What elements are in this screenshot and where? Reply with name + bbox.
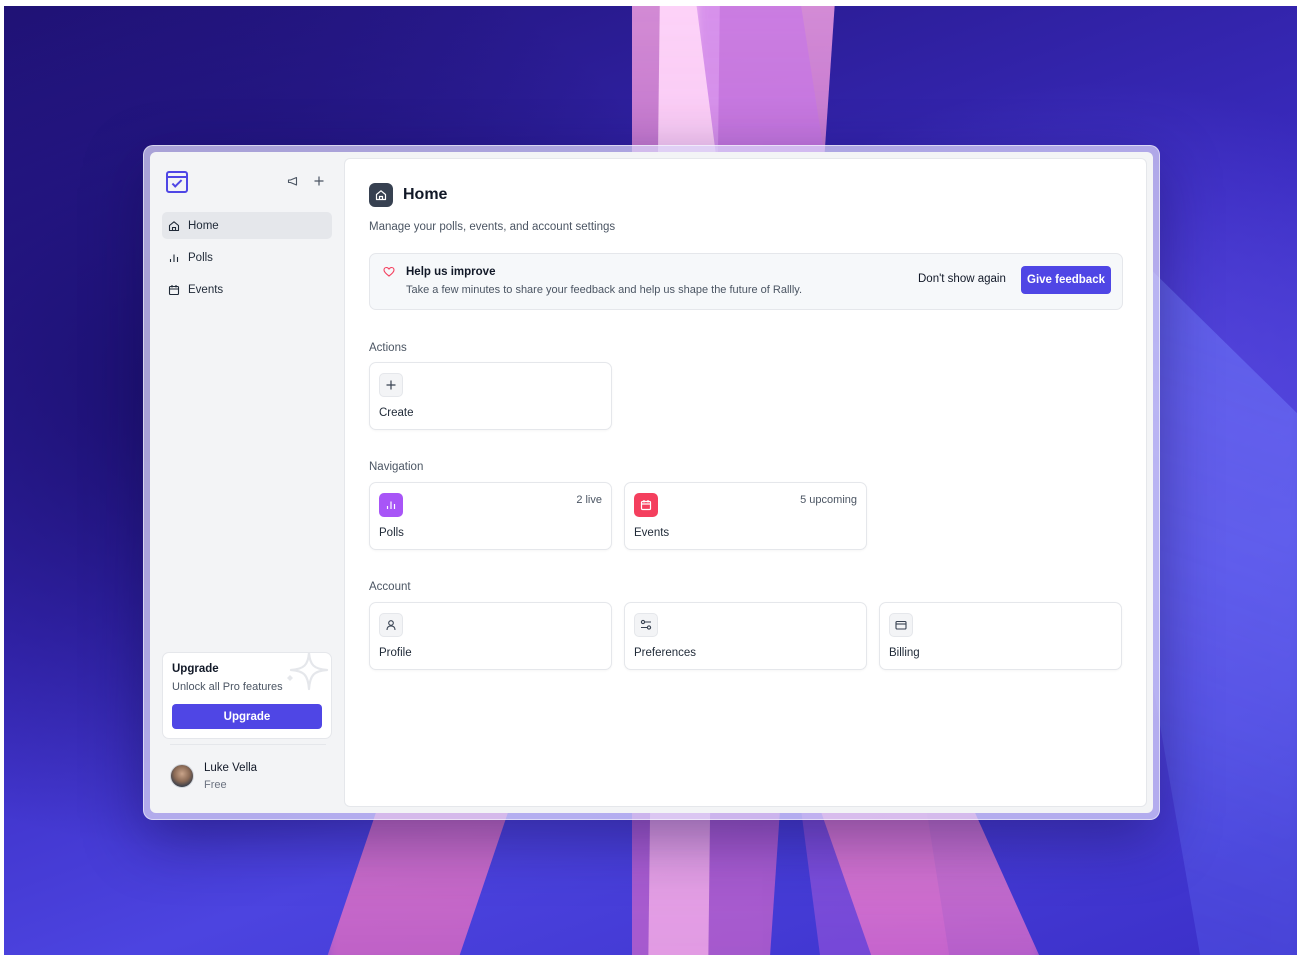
calendar-icon: [168, 284, 180, 296]
home-icon: [369, 183, 393, 207]
card-label: Create: [379, 407, 414, 419]
section-label-actions: Actions: [369, 342, 407, 354]
sidebar-item-polls[interactable]: Polls: [162, 244, 332, 271]
give-feedback-button[interactable]: Give feedback: [1021, 266, 1111, 294]
sidebar-item-events[interactable]: Events: [162, 276, 332, 303]
sidebar-item-label: Polls: [188, 251, 213, 264]
create-card[interactable]: Create: [369, 362, 612, 430]
calendar-check-logo-icon[interactable]: [166, 171, 188, 193]
events-card[interactable]: 5 upcoming Events: [624, 482, 867, 550]
preferences-card[interactable]: Preferences: [624, 602, 867, 670]
avatar: [170, 764, 194, 788]
megaphone-icon[interactable]: [286, 174, 300, 188]
feedback-description: Take a few minutes to share your feedbac…: [406, 284, 803, 296]
billing-card[interactable]: Billing: [879, 602, 1122, 670]
sidebar-top-actions: [286, 174, 326, 188]
upgrade-button[interactable]: Upgrade: [172, 704, 322, 729]
card-label: Events: [634, 527, 670, 539]
card-label: Polls: [379, 527, 404, 539]
card-label: Billing: [889, 647, 920, 659]
polls-card[interactable]: 2 live Polls: [369, 482, 612, 550]
upgrade-card: Upgrade Unlock all Pro features Upgrade: [162, 652, 332, 739]
sidebar-item-home[interactable]: Home: [162, 212, 332, 239]
sidebar-item-label: Home: [188, 219, 219, 232]
plus-icon: [379, 373, 403, 397]
bar-chart-icon: [379, 493, 403, 517]
user-plan: Free: [204, 779, 227, 791]
sparkle-icon: [287, 653, 329, 691]
sidebar-divider: [170, 744, 326, 745]
plus-icon[interactable]: [312, 174, 326, 188]
sidebar-item-label: Events: [188, 283, 224, 296]
events-upcoming-count: 5 upcoming: [800, 494, 857, 506]
calendar-icon: [634, 493, 658, 517]
sidebar: Home Polls Events Upgrade Unlock all Pro…: [150, 152, 340, 813]
sliders-icon: [634, 613, 658, 637]
section-label-navigation: Navigation: [369, 461, 424, 473]
feedback-title: Help us improve: [406, 266, 496, 278]
app-window: Home Polls Events Upgrade Unlock all Pro…: [150, 152, 1153, 813]
user-icon: [379, 613, 403, 637]
bar-chart-icon: [168, 252, 180, 264]
polls-live-count: 2 live: [576, 494, 602, 506]
credit-card-icon: [889, 613, 913, 637]
profile-card[interactable]: Profile: [369, 602, 612, 670]
upgrade-title: Upgrade: [172, 663, 219, 675]
card-label: Preferences: [634, 647, 697, 659]
sidebar-nav: Home Polls Events: [162, 212, 332, 308]
home-icon: [168, 220, 180, 232]
section-label-account: Account: [369, 581, 411, 593]
main-content: Home Manage your polls, events, and acco…: [344, 158, 1147, 807]
page-subtitle: Manage your polls, events, and account s…: [369, 221, 616, 233]
dont-show-again-button[interactable]: Don't show again: [918, 273, 1006, 285]
card-label: Profile: [379, 647, 412, 659]
heart-icon: [383, 266, 395, 277]
feedback-banner: Help us improve Take a few minutes to sh…: [369, 253, 1123, 310]
page-title: Home: [403, 186, 448, 203]
upgrade-subtitle: Unlock all Pro features: [172, 681, 283, 693]
user-name: Luke Vella: [204, 762, 258, 774]
